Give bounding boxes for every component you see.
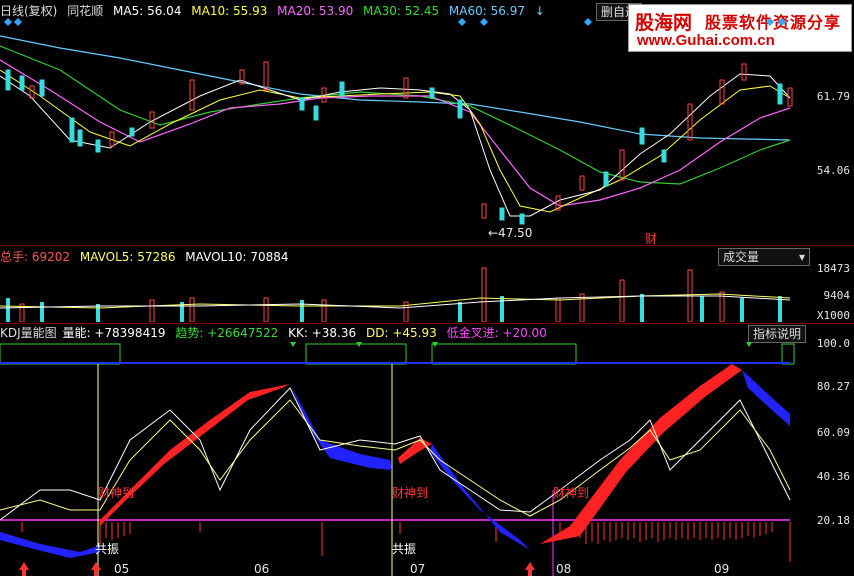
ma30-value: MA30: 52.45: [363, 4, 440, 18]
ma60-line: [0, 35, 791, 141]
kdj-up-band-3: [530, 364, 742, 550]
time-axis-08: 08: [556, 562, 572, 576]
ma10-line: [0, 69, 791, 213]
kdj-down-band-1: [290, 384, 392, 470]
caishen-label-2: 财神到: [392, 486, 429, 500]
time-axis-09: 09: [714, 562, 730, 576]
time-axis-05: 05: [114, 562, 130, 576]
panel-divider-2: [0, 323, 854, 324]
panel-divider-1: [0, 245, 854, 246]
jincha-value: 低金叉进: +20.00: [446, 326, 547, 340]
gongzhen-label-2: 共振: [392, 542, 417, 556]
indicator-header: KDJ量能图 量能: +78398419 趋势: +26647522 KK: +…: [0, 326, 553, 340]
volume-axis-high: 18473: [816, 262, 850, 275]
volume-axis-unit: X1000: [816, 309, 850, 322]
volume-bars-up: [19, 267, 725, 322]
kdj-down-band-0: [0, 532, 100, 558]
dropdown-arrow-icon: ▾: [798, 250, 805, 264]
kdj-up-band-1: [100, 384, 290, 526]
ma5-value: MA5: 56.04: [113, 4, 182, 18]
time-axis-06: 06: [254, 562, 270, 576]
price-axis-mid: 54.06: [816, 164, 850, 177]
mavol10-value: MAVOL10: 70884: [185, 250, 289, 264]
caishen-label-3: 财神到: [553, 486, 590, 500]
time-axis-07: 07: [410, 562, 426, 576]
signal-diamond-icons: [4, 18, 786, 26]
down-arrow-icon: ↓: [534, 4, 545, 18]
gongzhen-label-1: 共振: [95, 542, 120, 556]
qushi-value: 趋势: +26647522: [175, 326, 279, 340]
indicator-axis-60: 60.09: [816, 426, 850, 439]
volume-dropdown-label: 成交量: [723, 250, 760, 264]
dd-value: DD: +45.93: [365, 326, 437, 340]
chart-period-title[interactable]: 日线(复权): [0, 4, 57, 18]
caishen-label-1: 财神到: [98, 486, 135, 500]
ma10-value: MA10: 55.93: [191, 4, 268, 18]
volume-axis-mid: 9404: [823, 289, 851, 302]
indicator-axis-100: 100.0: [816, 337, 850, 350]
kline-chart[interactable]: [0, 18, 800, 246]
mavol5-value: MAVOL5: 57286: [79, 250, 176, 264]
low-price-marker: ←47.50: [488, 226, 533, 240]
price-axis-high: 61.79: [816, 90, 850, 103]
indicator-axis-40: 40.36: [816, 470, 850, 483]
kline-header: 日线(复权) 同花顺 MA5: 56.04 MA10: 55.93 MA20: …: [0, 4, 551, 18]
indicator-axis-20: 20.18: [816, 514, 850, 527]
liangneng-value: 量能: +78398419: [62, 326, 166, 340]
volume-chart[interactable]: [0, 264, 800, 322]
ma20-value: MA20: 53.90: [277, 4, 354, 18]
ma30-line: [0, 45, 791, 185]
indicator-name[interactable]: KDJ量能图: [0, 326, 57, 340]
ma60-value: MA60: 56.97: [448, 4, 525, 18]
volume-total: 总手: 69202: [0, 250, 71, 264]
volume-header: 总手: 69202 MAVOL5: 57286 MAVOL10: 70884: [0, 250, 295, 264]
kk-value: KK: +38.36: [288, 326, 357, 340]
indicator-axis-80: 80.27: [816, 380, 850, 393]
trend-green-bars: [0, 343, 795, 365]
stock-name: 同花顺: [67, 4, 104, 18]
